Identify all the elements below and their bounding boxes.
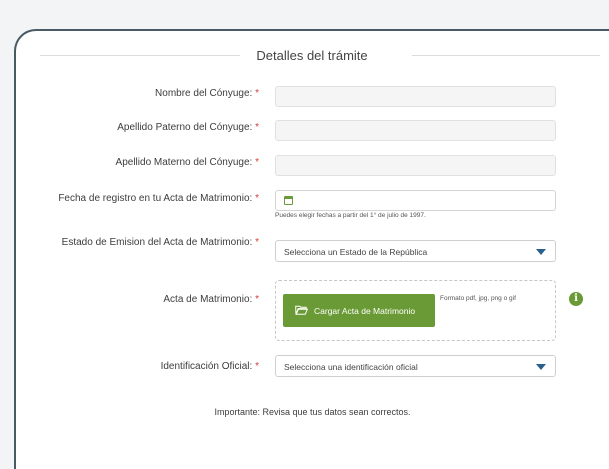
nombre-label: Nombre del Cónyuge: *: [155, 88, 259, 99]
apellido-paterno-input[interactable]: [275, 120, 556, 141]
identificacion-label-text: Identificación Oficial:: [160, 361, 253, 372]
divider-right: [412, 55, 600, 56]
apellido-materno-label-text: Apellido Materno del Cónyuge:: [115, 157, 253, 168]
fecha-registro-label-text: Fecha de registro en tu Acta de Matrimon…: [58, 193, 253, 204]
upload-acta-button[interactable]: Cargar Acta de Matrimonio: [283, 294, 435, 327]
chevron-down-icon: [536, 249, 546, 255]
apellido-materno-input[interactable]: [275, 155, 556, 176]
nombre-label-text: Nombre del Cónyuge:: [155, 88, 253, 99]
section-header: Detalles del trámite: [40, 48, 600, 64]
acta-matrimonio-label: Acta de Matrimonio: *: [163, 294, 259, 305]
estado-emision-select[interactable]: Selecciona un Estado de la República: [275, 240, 556, 262]
apellido-paterno-label-text: Apellido Paterno del Cónyuge:: [117, 122, 253, 133]
required-mark: *: [255, 361, 259, 372]
folder-icon: [295, 305, 308, 315]
required-mark: *: [255, 294, 259, 305]
acta-matrimonio-label-text: Acta de Matrimonio:: [163, 294, 253, 305]
required-mark: *: [255, 193, 259, 204]
required-mark: *: [255, 157, 259, 168]
apellido-paterno-label: Apellido Paterno del Cónyuge: *: [117, 122, 259, 133]
calendar-icon: [284, 196, 293, 205]
required-mark: *: [255, 237, 259, 248]
nombre-input[interactable]: [275, 86, 556, 107]
required-mark: *: [255, 88, 259, 99]
fecha-hint: Puedes elegir fechas a partir del 1° de …: [275, 212, 426, 219]
important-note: Importante: Revisa que tus datos sean co…: [214, 407, 411, 417]
format-note: Formato pdf, jpg, png o gif: [440, 295, 516, 302]
identificacion-selected: Selecciona una identificación oficial: [284, 362, 418, 372]
fecha-registro-label: Fecha de registro en tu Acta de Matrimon…: [58, 193, 259, 204]
required-mark: *: [255, 122, 259, 133]
identificacion-label: Identificación Oficial: *: [161, 361, 259, 372]
info-icon[interactable]: i: [569, 292, 583, 306]
fecha-registro-input[interactable]: [275, 190, 556, 211]
estado-emision-selected: Selecciona un Estado de la República: [284, 247, 428, 257]
identificacion-select[interactable]: Selecciona una identificación oficial: [275, 355, 556, 377]
chevron-down-icon: [536, 364, 546, 370]
estado-emision-label-text: Estado de Emision del Acta de Matrimonio…: [61, 237, 253, 248]
apellido-materno-label: Apellido Materno del Cónyuge: *: [116, 157, 259, 168]
upload-acta-label: Cargar Acta de Matrimonio: [314, 306, 416, 316]
estado-emision-label: Estado de Emision del Acta de Matrimonio…: [62, 237, 259, 248]
acta-dropzone[interactable]: Cargar Acta de Matrimonio Formato pdf, j…: [275, 280, 556, 341]
